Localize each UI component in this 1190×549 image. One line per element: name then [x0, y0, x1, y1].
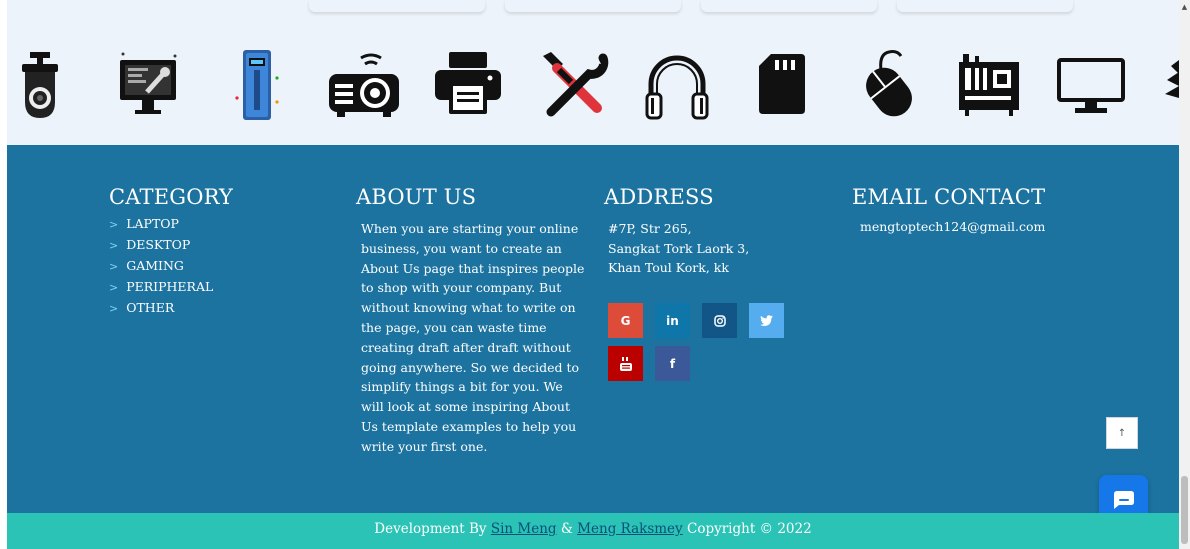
twitter-icon	[760, 315, 773, 326]
sd-card-icon[interactable]	[759, 54, 805, 114]
top-card-edge	[309, 0, 485, 12]
projector-icon[interactable]	[327, 52, 401, 118]
address-line: Khan Toul Kork, kk	[608, 260, 729, 275]
cctv-camera-icon[interactable]	[22, 52, 58, 122]
scrollbar-thumb[interactable]	[1181, 476, 1188, 544]
headphones-icon[interactable]	[643, 52, 711, 120]
category-heading: CATEGORY	[109, 185, 234, 209]
wifi-icon[interactable]	[1157, 60, 1179, 104]
twitter-button[interactable]	[749, 303, 784, 338]
category-item-other[interactable]: > OTHER	[109, 297, 233, 318]
ampersand: &	[560, 521, 573, 537]
category-item-peripheral[interactable]: > PERIPHERAL	[109, 276, 233, 297]
copyright-bar: Development By Sin Meng & Meng Raksmey C…	[7, 513, 1179, 549]
mouse-icon[interactable]	[859, 48, 919, 118]
linkedin-button[interactable]: in	[655, 303, 690, 338]
copyright-prefix: Development By	[374, 521, 487, 537]
printer-icon[interactable]	[435, 52, 501, 114]
chevron-right-icon: >	[109, 239, 119, 252]
chat-bubble-icon	[1113, 490, 1134, 509]
youtube-button[interactable]	[608, 346, 643, 381]
facebook-icon: f	[669, 356, 676, 371]
page-scrollbar[interactable]: ▲	[1179, 0, 1190, 549]
copyright-text: Copyright © 2022	[686, 521, 812, 537]
chevron-right-icon: >	[109, 260, 119, 273]
computer-repair-icon[interactable]	[117, 52, 179, 118]
category-item-gaming[interactable]: > GAMING	[109, 255, 233, 276]
back-to-top-button[interactable]: ↑	[1106, 417, 1138, 449]
address-column: ADDRESS #7P, Str 265, Sangkat Tork Laork…	[604, 185, 749, 278]
address-heading: ADDRESS	[604, 185, 714, 209]
about-heading: ABOUT US	[356, 185, 477, 209]
site-footer: CATEGORY > LAPTOP > DESKTOP > GAMING > PERIP…	[7, 145, 1179, 524]
google-icon: G	[620, 313, 631, 328]
email-address[interactable]: mengtoptech124@gmail.com	[860, 219, 1045, 234]
category-column: CATEGORY > LAPTOP > DESKTOP > GAMING > PERIP…	[109, 185, 233, 318]
instagram-icon	[713, 314, 726, 327]
motherboard-icon[interactable]	[957, 54, 1021, 116]
address-text: #7P, Str 265, Sangkat Tork Laork 3, Khan…	[608, 219, 749, 278]
email-column: EMAIL CONTACT mengtoptech124@gmail.com	[852, 185, 1045, 234]
ups-icon[interactable]	[233, 48, 281, 122]
scroll-up-arrow-icon[interactable]: ▲	[1179, 0, 1190, 14]
top-card-edge	[897, 0, 1073, 12]
about-text: When you are starting your online busine…	[361, 221, 585, 454]
chevron-right-icon: >	[109, 281, 119, 294]
top-card-edge	[505, 0, 681, 12]
about-column: ABOUT US When you are starting your onli…	[356, 185, 586, 457]
google-button[interactable]: G	[608, 303, 643, 338]
category-item-desktop[interactable]: > DESKTOP	[109, 234, 233, 255]
author-link-sin-meng[interactable]: Sin Meng	[491, 521, 557, 537]
facebook-button[interactable]: f	[655, 346, 690, 381]
category-icon-strip	[7, 0, 1179, 145]
chevron-right-icon: >	[109, 302, 119, 315]
arrow-up-icon: ↑	[1117, 427, 1127, 439]
address-line: Sangkat Tork Laork 3,	[608, 240, 750, 256]
linkedin-icon: in	[666, 313, 679, 328]
top-card-edge	[701, 0, 877, 12]
category-item-laptop[interactable]: > LAPTOP	[109, 213, 233, 234]
instagram-button[interactable]	[702, 303, 737, 338]
author-link-meng-raksmey[interactable]: Meng Raksmey	[577, 521, 683, 537]
category-list: > LAPTOP > DESKTOP > GAMING > PERIPHERAL > OT…	[109, 213, 233, 318]
address-line: #7P, Str 265,	[608, 221, 692, 236]
chevron-right-icon: >	[109, 218, 119, 231]
monitor-icon[interactable]	[1057, 58, 1125, 116]
email-heading: EMAIL CONTACT	[852, 185, 1046, 209]
youtube-icon	[619, 356, 632, 371]
tools-icon[interactable]	[537, 50, 609, 120]
